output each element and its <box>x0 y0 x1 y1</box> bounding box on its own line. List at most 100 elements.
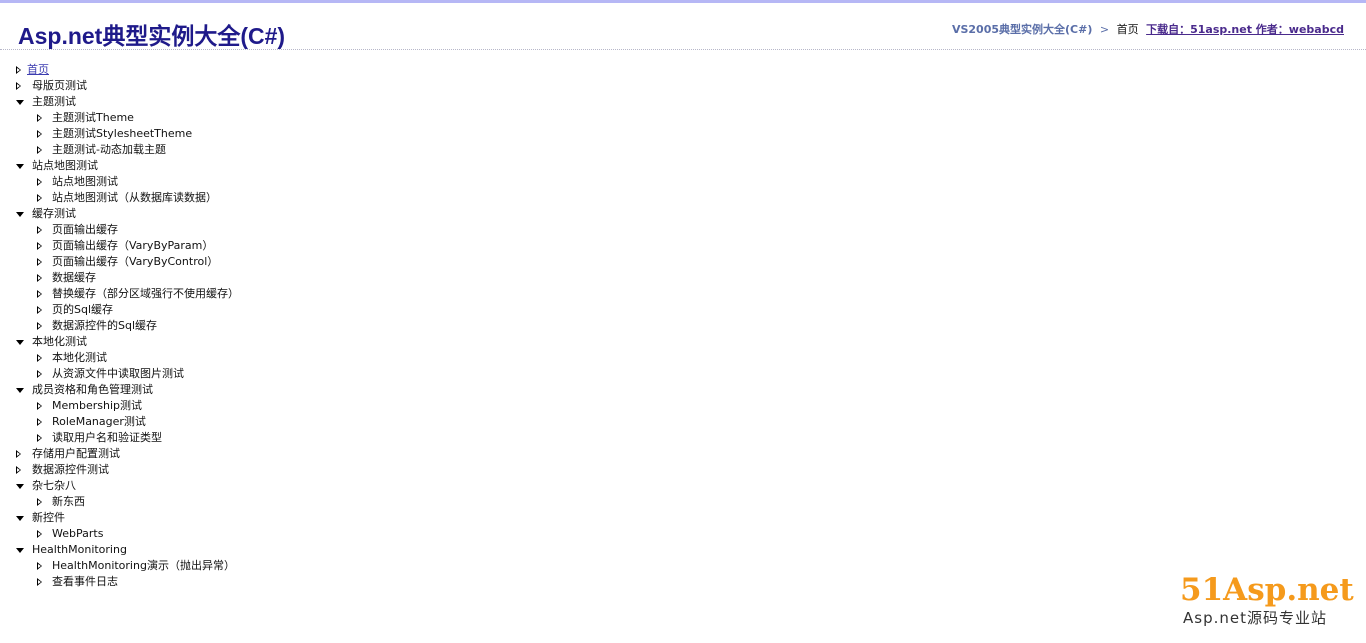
tree-child-node[interactable]: 页面输出缓存（VaryByParam） <box>0 238 239 254</box>
tree-child-node[interactable]: 读取用户名和验证类型 <box>0 430 239 446</box>
tree-node-label[interactable]: 查看事件日志 <box>52 575 118 588</box>
expanded-triangle-icon[interactable] <box>16 340 24 345</box>
tree-node-label[interactable]: 本地化测试 <box>32 335 87 348</box>
tree-node-label[interactable]: 读取用户名和验证类型 <box>52 431 162 444</box>
tree-node[interactable]: 母版页测试 <box>0 78 239 94</box>
tree-node-label[interactable]: RoleManager测试 <box>52 415 146 428</box>
collapsed-triangle-icon[interactable] <box>16 82 21 90</box>
tree-node-label[interactable]: 页面输出缓存（VaryByParam） <box>52 239 213 252</box>
tree-child-node[interactable]: 主题测试Theme <box>0 110 239 126</box>
collapsed-triangle-icon[interactable] <box>16 450 21 458</box>
tree-child-node[interactable]: 主题测试StylesheetTheme <box>0 126 239 142</box>
tree-child-node[interactable]: 新东西 <box>0 494 239 510</box>
collapsed-triangle-icon[interactable] <box>37 290 42 298</box>
tree-node-label[interactable]: 数据源控件的Sql缓存 <box>52 319 157 332</box>
tree-node-label[interactable]: 首页 <box>27 63 49 76</box>
tree-node[interactable]: HealthMonitoring <box>0 542 239 558</box>
tree-node-label[interactable]: 新东西 <box>52 495 85 508</box>
tree-node-label[interactable]: 主题测试-动态加载主题 <box>52 143 166 156</box>
collapsed-triangle-icon[interactable] <box>37 306 42 314</box>
tree-node-label[interactable]: 页面输出缓存（VaryByControl） <box>52 255 218 268</box>
tree-child-node[interactable]: 数据源控件的Sql缓存 <box>0 318 239 334</box>
collapsed-triangle-icon[interactable] <box>37 498 42 506</box>
tree-node-label[interactable]: 存储用户配置测试 <box>32 447 120 460</box>
tree-node-label[interactable]: 站点地图测试（从数据库读数据） <box>52 191 217 204</box>
breadcrumb-root-link[interactable]: VS2005典型实例大全(C#) <box>952 23 1092 36</box>
collapsed-triangle-icon[interactable] <box>37 178 42 186</box>
collapsed-triangle-icon[interactable] <box>37 322 42 330</box>
collapsed-triangle-icon[interactable] <box>37 194 42 202</box>
tree-node-label[interactable]: 成员资格和角色管理测试 <box>32 383 153 396</box>
collapsed-triangle-icon[interactable] <box>16 66 21 74</box>
expanded-triangle-icon[interactable] <box>16 100 24 105</box>
expanded-triangle-icon[interactable] <box>16 548 24 553</box>
tree-node[interactable]: 杂七杂八 <box>0 478 239 494</box>
tree-node[interactable]: 站点地图测试 <box>0 158 239 174</box>
tree-node-label[interactable]: WebParts <box>52 527 103 540</box>
tree-node[interactable]: 主题测试 <box>0 94 239 110</box>
tree-child-node[interactable]: WebParts <box>0 526 239 542</box>
tree-node-label[interactable]: 数据源控件测试 <box>32 463 109 476</box>
collapsed-triangle-icon[interactable] <box>37 402 42 410</box>
collapsed-triangle-icon[interactable] <box>37 242 42 250</box>
collapsed-triangle-icon[interactable] <box>37 530 42 538</box>
collapsed-triangle-icon[interactable] <box>37 354 42 362</box>
collapsed-triangle-icon[interactable] <box>37 146 42 154</box>
tree-child-node[interactable]: 页面输出缓存 <box>0 222 239 238</box>
tree-node-label[interactable]: 替换缓存（部分区域强行不使用缓存） <box>52 287 239 300</box>
tree-child-node[interactable]: 页的Sql缓存 <box>0 302 239 318</box>
tree-node-label[interactable]: 主题测试Theme <box>52 111 134 124</box>
tree-node-label[interactable]: HealthMonitoring <box>32 543 127 556</box>
tree-node-label[interactable]: 本地化测试 <box>52 351 107 364</box>
collapsed-triangle-icon[interactable] <box>37 562 42 570</box>
collapsed-triangle-icon[interactable] <box>37 114 42 122</box>
tree-node[interactable]: 本地化测试 <box>0 334 239 350</box>
tree-child-node[interactable]: HealthMonitoring演示（抛出异常） <box>0 558 239 574</box>
collapsed-triangle-icon[interactable] <box>37 274 42 282</box>
collapsed-triangle-icon[interactable] <box>37 434 42 442</box>
tree-node-label[interactable]: 从资源文件中读取图片测试 <box>52 367 184 380</box>
collapsed-triangle-icon[interactable] <box>37 578 42 586</box>
tree-child-node[interactable]: 站点地图测试（从数据库读数据） <box>0 190 239 206</box>
tree-node-label[interactable]: 数据缓存 <box>52 271 96 284</box>
tree-child-node[interactable]: 主题测试-动态加载主题 <box>0 142 239 158</box>
tree-child-node[interactable]: 数据缓存 <box>0 270 239 286</box>
collapsed-triangle-icon[interactable] <box>37 130 42 138</box>
expanded-triangle-icon[interactable] <box>16 388 24 393</box>
tree-child-node[interactable]: 查看事件日志 <box>0 574 239 590</box>
tree-node-label[interactable]: 新控件 <box>32 511 65 524</box>
collapsed-triangle-icon[interactable] <box>37 370 42 378</box>
tree-child-node[interactable]: 从资源文件中读取图片测试 <box>0 366 239 382</box>
tree-child-node[interactable]: 本地化测试 <box>0 350 239 366</box>
tree-node[interactable]: 新控件 <box>0 510 239 526</box>
tree-node[interactable]: 首页 <box>0 62 239 78</box>
tree-node-label[interactable]: 主题测试 <box>32 95 76 108</box>
tree-child-node[interactable]: RoleManager测试 <box>0 414 239 430</box>
collapsed-triangle-icon[interactable] <box>37 258 42 266</box>
tree-node-label[interactable]: 缓存测试 <box>32 207 76 220</box>
tree-node-label[interactable]: 主题测试StylesheetTheme <box>52 127 192 140</box>
expanded-triangle-icon[interactable] <box>16 484 24 489</box>
tree-node-label[interactable]: HealthMonitoring演示（抛出异常） <box>52 559 235 572</box>
expanded-triangle-icon[interactable] <box>16 164 24 169</box>
tree-child-node[interactable]: 页面输出缓存（VaryByControl） <box>0 254 239 270</box>
tree-node-label[interactable]: Membership测试 <box>52 399 142 412</box>
expanded-triangle-icon[interactable] <box>16 516 24 521</box>
tree-node-label[interactable]: 站点地图测试 <box>32 159 98 172</box>
tree-child-node[interactable]: 替换缓存（部分区域强行不使用缓存） <box>0 286 239 302</box>
tree-child-node[interactable]: Membership测试 <box>0 398 239 414</box>
tree-node[interactable]: 成员资格和角色管理测试 <box>0 382 239 398</box>
collapsed-triangle-icon[interactable] <box>37 226 42 234</box>
expanded-triangle-icon[interactable] <box>16 212 24 217</box>
download-author-link[interactable]: 下载自：51asp.net 作者：webabcd <box>1146 23 1344 36</box>
collapsed-triangle-icon[interactable] <box>16 466 21 474</box>
tree-node-label[interactable]: 页的Sql缓存 <box>52 303 113 316</box>
collapsed-triangle-icon[interactable] <box>37 418 42 426</box>
tree-node[interactable]: 存储用户配置测试 <box>0 446 239 462</box>
tree-node[interactable]: 数据源控件测试 <box>0 462 239 478</box>
tree-node-label[interactable]: 母版页测试 <box>32 79 87 92</box>
tree-child-node[interactable]: 站点地图测试 <box>0 174 239 190</box>
tree-node-label[interactable]: 页面输出缓存 <box>52 223 118 236</box>
tree-node-label[interactable]: 站点地图测试 <box>52 175 118 188</box>
tree-node[interactable]: 缓存测试 <box>0 206 239 222</box>
